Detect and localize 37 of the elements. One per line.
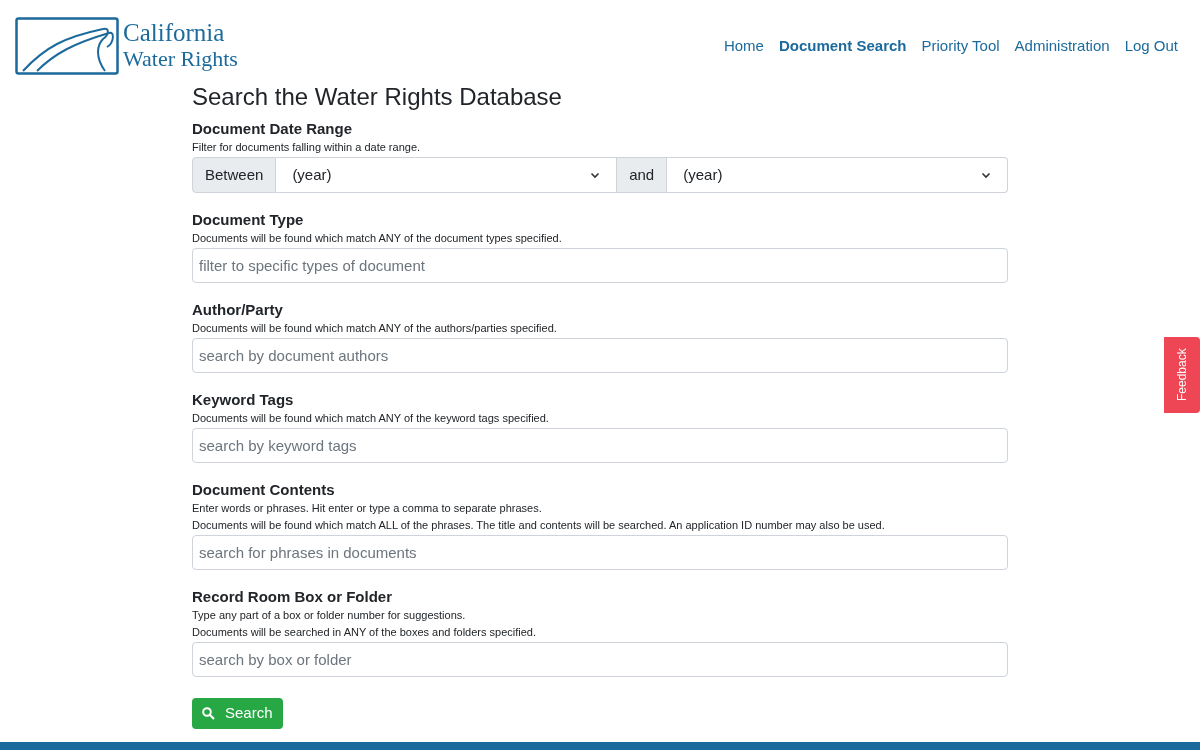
input-field[interactable]: search for phrases in documents [192, 535, 1008, 570]
chevron-down-icon [981, 170, 991, 180]
and-label: and [616, 157, 668, 193]
help-text: Type any part of a box or folder number for suggestions. [192, 608, 467, 623]
search-icon [202, 707, 215, 720]
logo-subtitle: Water Rights [123, 46, 238, 72]
nav-link[interactable]: Priority Tool [921, 34, 1000, 58]
input-field[interactable]: filter to specific types of document [192, 248, 1008, 283]
field-label: Document Contents [192, 480, 336, 500]
help-text: Enter words or phrases. Hit enter or type a comma to separate phrases. [192, 501, 543, 516]
help-text: Filter for documents falling within a date range. [192, 140, 422, 155]
field-label: Record Room Box or Folder [192, 587, 394, 607]
field-label: Document Type [192, 210, 305, 230]
year-select[interactable]: (year) [667, 157, 1008, 193]
logo-title: California [123, 20, 226, 46]
help-text: Documents will be found which match ANY of the keyword tags specified. [192, 411, 550, 426]
nav-link[interactable]: Log Out [1124, 34, 1178, 58]
help-text: Documents will be found which match ANY of the authors/parties specified. [192, 321, 558, 336]
year-select[interactable]: (year) [276, 157, 617, 193]
nav-link[interactable]: Home [723, 34, 764, 58]
help-text: Documents will be found which match ALL of the phrases. The title and contents will be searched. An application ID number may also be used. [192, 518, 886, 533]
field-label: Keyword Tags [192, 390, 295, 410]
field-label: Document Date Range [192, 119, 354, 139]
river-logo-icon [15, 17, 119, 75]
help-text: Documents will be searched in ANY of the boxes and folders specified. [192, 625, 538, 640]
feedback-tab[interactable]: Feedback [1164, 337, 1200, 413]
search-button[interactable]: Search [192, 698, 283, 729]
input-field[interactable]: search by document authors [192, 338, 1008, 373]
field-label: Author/Party [192, 300, 284, 320]
input-field[interactable]: search by keyword tags [192, 428, 1008, 463]
chevron-down-icon [590, 170, 601, 180]
nav-link[interactable]: Document Search [778, 34, 907, 58]
page-title: Search the Water Rights Database [192, 82, 563, 112]
help-text: Documents will be found which match ANY of the document types specified. [192, 231, 563, 246]
input-field[interactable]: search by box or folder [192, 642, 1008, 677]
nav-link[interactable]: Administration [1014, 34, 1110, 58]
between-label: Between [192, 157, 277, 193]
